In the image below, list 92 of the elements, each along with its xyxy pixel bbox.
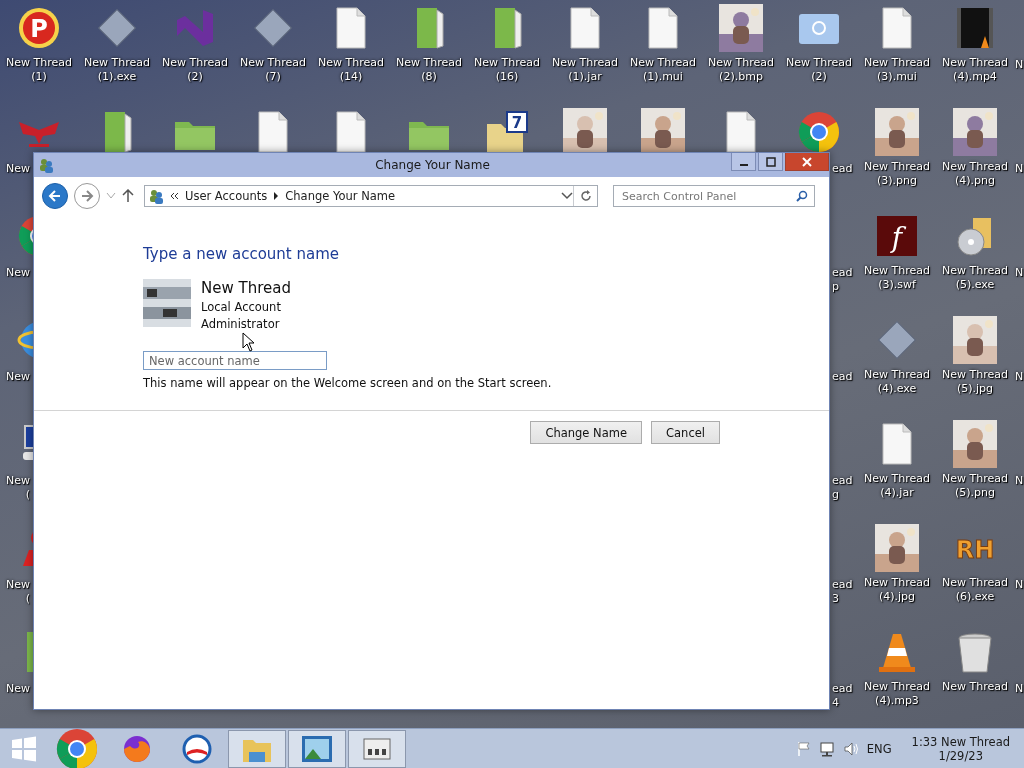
icon-label: New Thread (7) [240,56,306,84]
cancel-button[interactable]: Cancel [651,421,720,444]
language-indicator[interactable]: ENG [866,741,892,756]
icon-label: New Thread (4).exe [864,368,930,396]
window-title: Change Your Name [374,158,491,172]
icon-label: New Thread [942,680,1008,694]
account-name-field[interactable]: New account name [143,351,327,370]
icon-label: New Thread (1).exe [84,56,150,84]
triangle-icon [273,192,280,200]
clock-date: 1/29/23 [938,748,983,763]
icon-label: New Thread (6).exe [942,576,1008,604]
breadcrumb-item[interactable]: Change Your Name [285,189,396,203]
icon-label: New ( [6,474,30,502]
close-button[interactable] [785,153,829,171]
account-role: Administrator [201,317,281,331]
browser-icon[interactable] [55,726,99,768]
browser-icon[interactable] [797,110,841,154]
icon-label: N [1015,474,1024,488]
icon-label: New Thread (1) [6,56,72,84]
help-text: This name will appear on the Welcome screen and on the Start screen. [143,376,553,390]
users-icon [148,188,164,204]
icon-label: New Thread (5).jpg [942,368,1008,396]
search-icon[interactable] [796,190,808,202]
forward-button[interactable] [74,183,100,209]
icon-label: N [1015,578,1024,592]
icon-label: N [1015,162,1024,176]
clock-time: 1:33 New Thread [911,734,1010,749]
icon-label: ead [832,370,853,384]
icon-label: New Thread (2).bmp [708,56,774,84]
icon-label: New Thread (3).png [864,160,930,188]
icon-label: New [6,370,30,384]
taskbar-button[interactable] [288,729,346,768]
icon-label: N [1015,370,1024,384]
back-arrow-icon [48,189,62,203]
page-heading: Type a new account name [143,245,341,263]
roundel-icon[interactable] [182,733,212,764]
windows-logo-icon [11,735,37,762]
account-type: Local Account [201,300,282,314]
icon-label: New Thread (4).png [942,160,1008,188]
icon-label: New Thread (8) [396,56,462,84]
maximize-icon [765,156,776,167]
icon-label: New Thread (4).jar [864,472,930,500]
icon-label: New Thread (5).png [942,472,1008,500]
icon-label: New Thread (4).mp3 [864,680,930,708]
taskbar-button[interactable] [348,729,406,768]
cursor-icon [242,332,255,352]
breadcrumb-item[interactable]: User Accounts [185,189,268,203]
icon-label: ead g [832,474,853,502]
chevrons-icon [170,192,179,200]
icon-label: New Thread (3).swf [864,264,930,292]
icon-label: New Thread (3).mui [864,56,930,84]
icon-label: New Thread (2) [786,56,852,84]
icon-label: ead 4 [832,682,853,710]
icon-label: New [6,162,30,176]
close-icon [802,156,812,167]
icon-label: New Thread (2) [162,56,228,84]
chevron-down-icon[interactable] [561,192,573,200]
search-field[interactable]: Search Control Panel [613,185,815,207]
forward-arrow-icon [80,189,94,203]
icon-label: New Thread (1).mui [630,56,696,84]
icon-label: New Thread (1).jar [552,56,618,84]
minimize-icon [739,163,748,166]
icon-label: New Thread (4).jpg [864,576,930,604]
minimize-button[interactable] [731,153,756,171]
icon-label: New Thread (16) [474,56,540,84]
account-name: New Thread [201,279,291,297]
icon-label: New [6,266,30,280]
clock[interactable]: 1:33 New Thread 1/29/23 [911,734,1010,763]
address-bar[interactable]: User Accounts Change Your Name [144,185,598,207]
speaker-icon[interactable] [842,740,859,757]
users-icon [38,157,54,173]
icon-label: New Thread (5).exe [942,264,1008,292]
up-arrow-icon[interactable] [122,189,134,203]
icon-label: ead p [832,266,853,294]
icon-label: New Thread (14) [318,56,384,84]
flash-icon[interactable]: f [875,214,919,258]
icon-label: N [1015,58,1024,72]
back-button[interactable] [42,183,68,209]
refresh-icon [579,190,592,202]
fox-icon[interactable] [122,733,152,764]
icon-label: ead [832,162,853,176]
network-icon[interactable] [818,740,835,757]
icon-label: New [6,682,30,696]
maximize-button[interactable] [758,153,783,171]
icon-label: N [1015,682,1024,696]
change-name-button[interactable]: Change Name [530,421,643,444]
icon-label: New Thread (4).mp4 [942,56,1008,84]
app-logo-icon[interactable]: P [17,6,61,50]
photo-viewer-icon[interactable] [301,734,333,763]
icon-label: N [1015,266,1024,280]
icon-label: ead 3 [832,578,853,606]
icon-label: New ( [6,578,30,606]
